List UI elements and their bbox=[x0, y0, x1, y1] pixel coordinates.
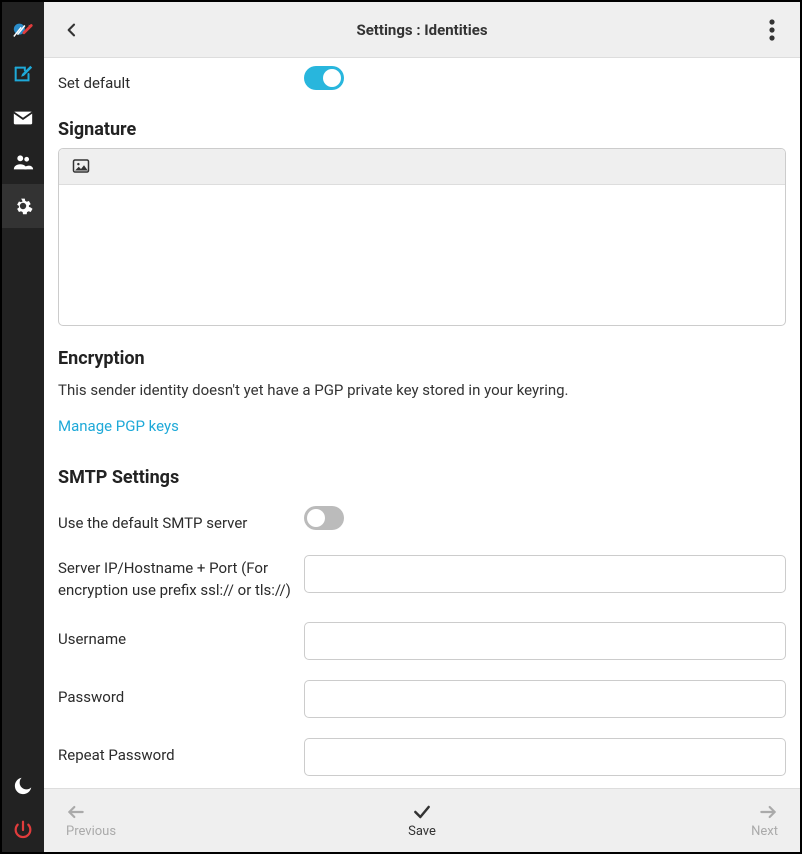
topbar: Settings : Identities bbox=[44, 2, 800, 58]
signature-toolbar bbox=[59, 149, 785, 185]
previous-label: Previous bbox=[66, 824, 116, 839]
set-default-toggle[interactable] bbox=[304, 66, 344, 90]
sidebar-logout[interactable] bbox=[2, 808, 44, 852]
manage-pgp-keys-link[interactable]: Manage PGP keys bbox=[58, 417, 179, 435]
sidebar-contacts[interactable] bbox=[2, 140, 44, 184]
back-button[interactable] bbox=[52, 10, 92, 50]
save-button[interactable]: Save bbox=[204, 789, 640, 852]
next-button[interactable]: Next bbox=[640, 789, 800, 852]
sidebar-compose[interactable] bbox=[2, 52, 44, 96]
sidebar-mail[interactable] bbox=[2, 96, 44, 140]
sidebar-theme[interactable] bbox=[2, 764, 44, 808]
smtp-username-input[interactable] bbox=[304, 622, 786, 660]
smtp-username-label: Username bbox=[58, 622, 304, 651]
more-button[interactable] bbox=[752, 10, 792, 50]
signature-body[interactable] bbox=[59, 185, 785, 325]
previous-button[interactable]: Previous bbox=[44, 789, 204, 852]
page-title: Settings : Identities bbox=[356, 21, 487, 39]
smtp-server-input[interactable] bbox=[304, 555, 786, 593]
sidebar-settings[interactable] bbox=[2, 184, 44, 228]
signature-editor bbox=[58, 148, 786, 326]
encryption-section-title: Encryption bbox=[58, 348, 786, 369]
app-logo[interactable] bbox=[2, 10, 44, 52]
smtp-section-title: SMTP Settings bbox=[58, 467, 786, 488]
smtp-password-input[interactable] bbox=[304, 680, 786, 718]
content: Set default Signature bbox=[44, 58, 800, 788]
set-default-label: Set default bbox=[58, 66, 304, 95]
smtp-server-label: Server IP/Hostname + Port (For encryptio… bbox=[58, 555, 304, 602]
smtp-default-label: Use the default SMTP server bbox=[58, 506, 304, 535]
main: Settings : Identities Set default Signat… bbox=[44, 2, 800, 852]
save-label: Save bbox=[408, 824, 436, 839]
smtp-password-label: Password bbox=[58, 680, 304, 709]
smtp-repeat-password-label: Repeat Password bbox=[58, 738, 304, 767]
sidebar bbox=[2, 2, 44, 852]
app-root: Settings : Identities Set default Signat… bbox=[0, 0, 802, 854]
footer: Previous Save Next bbox=[44, 788, 800, 852]
smtp-default-toggle[interactable] bbox=[304, 506, 344, 530]
next-label: Next bbox=[751, 824, 778, 839]
smtp-repeat-password-input[interactable] bbox=[304, 738, 786, 776]
signature-image-button[interactable] bbox=[67, 152, 95, 180]
signature-section-title: Signature bbox=[58, 119, 786, 140]
encryption-message: This sender identity doesn't yet have a … bbox=[58, 379, 786, 402]
